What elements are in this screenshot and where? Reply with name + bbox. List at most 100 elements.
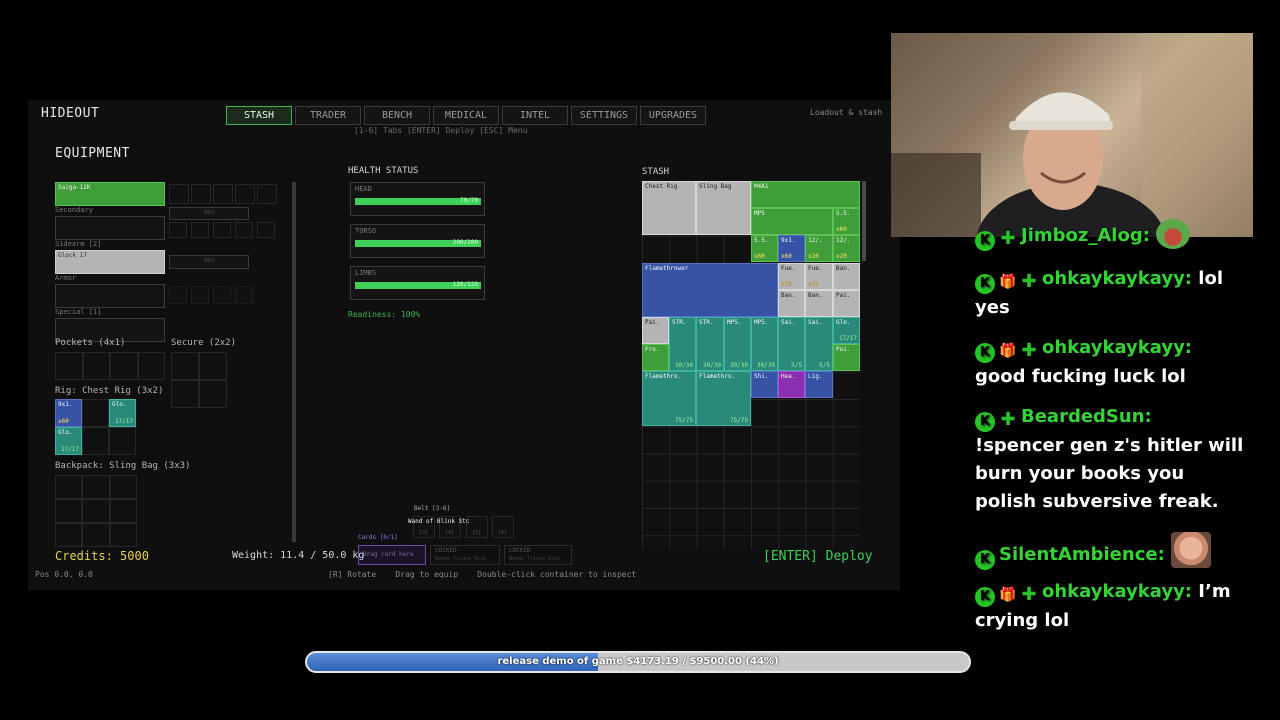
hideout-title: HIDEOUT xyxy=(41,106,100,121)
pocket-slot[interactable] xyxy=(55,352,83,380)
equipment-scrollbar[interactable] xyxy=(292,182,296,542)
attachment-slot[interactable] xyxy=(169,184,189,204)
rig-item-ammo[interactable]: 9x1. x60 xyxy=(55,399,82,427)
attachment-slot[interactable] xyxy=(213,222,231,238)
pocket-slot[interactable] xyxy=(110,352,138,380)
stash-item-mag[interactable]: MP5. 30/30 xyxy=(724,317,751,371)
backpack-slot[interactable] xyxy=(109,475,137,499)
controls-hint: [R] Rotate Drag to equip Double-click co… xyxy=(328,570,637,579)
primary-slot[interactable]: Saiga-12K xyxy=(55,182,165,206)
rig-item-mag[interactable]: Glo. 17/17 xyxy=(109,399,136,427)
backpack-slot[interactable] xyxy=(55,523,83,547)
attachment-slot[interactable] xyxy=(191,184,211,204)
stash-item-shield[interactable]: Shi. xyxy=(751,371,778,398)
stash-item-mag[interactable]: MP5. 30/30 xyxy=(751,317,778,371)
equipment-title: EQUIPMENT xyxy=(55,146,130,161)
rig-slot[interactable] xyxy=(109,427,136,455)
chat-username[interactable]: ohkaykaykayy: xyxy=(1042,581,1192,602)
pocket-slot[interactable] xyxy=(82,352,110,380)
stash-item-light[interactable]: Lig. xyxy=(805,371,833,398)
stash-item-sling-bag[interactable]: Sling Bag xyxy=(696,181,751,235)
item-count: 30/30 xyxy=(756,362,775,369)
stash-item-bandage[interactable]: Ban. xyxy=(778,290,805,317)
attachment-slot[interactable] xyxy=(169,286,187,304)
backpack-slot[interactable] xyxy=(82,499,110,523)
stash-item-consumable[interactable]: Poi. xyxy=(833,344,860,371)
secondary-slot[interactable] xyxy=(55,216,165,240)
stash-item-mp5[interactable]: MP5 xyxy=(751,208,833,235)
chat-username[interactable]: ohkaykaykayy: xyxy=(1042,268,1192,289)
attachment-slot[interactable] xyxy=(235,184,255,204)
card-drop-slot[interactable]: Drag card here xyxy=(358,545,426,565)
secure-slot[interactable] xyxy=(171,352,199,380)
attachment-slot[interactable] xyxy=(257,184,277,204)
tab-stash[interactable]: STASH xyxy=(226,106,292,125)
stash-item-painkiller[interactable]: Pai. xyxy=(833,290,860,317)
stash-item-mag[interactable]: Sai. 5/5 xyxy=(778,317,805,371)
tab-upgrades[interactable]: UPGRADES xyxy=(640,106,706,125)
backpack-slot[interactable] xyxy=(82,523,110,547)
stash-item-mag[interactable]: STR. 30/30 xyxy=(696,317,724,371)
backpack-slot[interactable] xyxy=(82,475,110,499)
attachment-slot[interactable] xyxy=(213,286,231,304)
backpack-slot[interactable] xyxy=(109,499,137,523)
deploy-button[interactable]: [ENTER] Deploy xyxy=(763,549,873,564)
stash-item-healing[interactable]: Hea. xyxy=(778,371,805,398)
mag-slot-sidearm[interactable]: MAG xyxy=(169,255,249,269)
stash-item-ammo[interactable]: 12/. x20 xyxy=(805,235,833,262)
stash-item-mag[interactable]: Sai. 5/5 xyxy=(805,317,833,371)
attachment-slot[interactable] xyxy=(235,286,253,304)
chat-username[interactable]: BeardedSun: xyxy=(1021,406,1152,427)
stash-item-painkiller[interactable]: Pai. xyxy=(642,317,669,344)
tab-intel[interactable]: INTEL xyxy=(502,106,568,125)
chat-username[interactable]: Jimboz_Alog: xyxy=(1021,225,1150,246)
stash-item-flamethrower[interactable]: Flamethrower xyxy=(642,263,778,317)
attachment-slot[interactable] xyxy=(191,222,209,238)
stash-scrollbar[interactable] xyxy=(862,181,866,261)
rig-slot[interactable] xyxy=(82,427,109,455)
backpack-slot[interactable] xyxy=(109,523,137,547)
stash-item-ammo[interactable]: 5.5. x60 xyxy=(833,208,860,235)
stash-item-mag[interactable]: Glo. 17/17 xyxy=(833,317,860,344)
mag-slot-secondary[interactable]: MAG xyxy=(169,207,249,220)
sidearm-slot[interactable]: Glock 17 xyxy=(55,250,165,274)
attachment-slot[interactable] xyxy=(235,222,253,238)
chat-message: K SilentAmbience: xyxy=(975,532,1245,570)
stash-item-chest-rig[interactable]: Chest Rig xyxy=(642,181,696,235)
armor-slot[interactable] xyxy=(55,284,165,308)
tab-trader[interactable]: TRADER xyxy=(295,106,361,125)
stash-item-fuel[interactable]: Fue. x75 xyxy=(778,263,805,290)
stash-item-flamethrower-mag[interactable]: Flamethro. 75/75 xyxy=(642,371,696,426)
backpack-slot[interactable] xyxy=(55,475,83,499)
item-count: 5/5 xyxy=(819,362,830,369)
stash-item-bandage[interactable]: Ban. xyxy=(805,290,833,317)
rig-slot[interactable] xyxy=(82,399,109,427)
attachment-slot[interactable] xyxy=(213,184,233,204)
tab-bench[interactable]: BENCH xyxy=(364,106,430,125)
stash-item-flamethrower-mag[interactable]: Flamethro. 75/75 xyxy=(696,371,751,426)
stash-item-ammo[interactable]: 12/. x20 xyxy=(833,235,860,262)
stash-item-ammo[interactable]: 9x1. x60 xyxy=(778,235,805,262)
stash-item-consumable[interactable]: Fro. xyxy=(642,344,669,371)
secure-slot[interactable] xyxy=(199,380,227,408)
item-count: 30/30 xyxy=(729,362,748,369)
attachment-slot[interactable] xyxy=(257,222,275,238)
chat-username[interactable]: SilentAmbience: xyxy=(999,544,1165,565)
stash-item-ammo[interactable]: 5.5. x60 xyxy=(751,235,778,262)
tab-medical[interactable]: MEDICAL xyxy=(433,106,499,125)
pocket-slot[interactable] xyxy=(137,352,165,380)
attachment-slot[interactable] xyxy=(169,222,187,238)
stash-item-fuel[interactable]: Fue. x75 xyxy=(805,263,833,290)
stash-grid[interactable]: Chest Rig Sling Bag M4A1 MP5 5.5. x60 5.5… xyxy=(642,181,860,549)
belt-slot[interactable]: [6] xyxy=(492,516,514,538)
rig-item-mag[interactable]: Glo. 17/17 xyxy=(55,427,82,455)
stash-item-mag[interactable]: STR. 30/30 xyxy=(669,317,696,371)
chat-username[interactable]: ohkaykaykayy: xyxy=(1042,337,1192,358)
backpack-slot[interactable] xyxy=(55,499,83,523)
stash-item-m4a1[interactable]: M4A1 xyxy=(751,181,860,208)
tab-settings[interactable]: SETTINGS xyxy=(571,106,637,125)
attachment-slot[interactable] xyxy=(191,286,209,304)
stash-item-bandage[interactable]: Ban. xyxy=(833,263,860,290)
secure-slot[interactable] xyxy=(199,352,227,380)
secure-slot[interactable] xyxy=(171,380,199,408)
